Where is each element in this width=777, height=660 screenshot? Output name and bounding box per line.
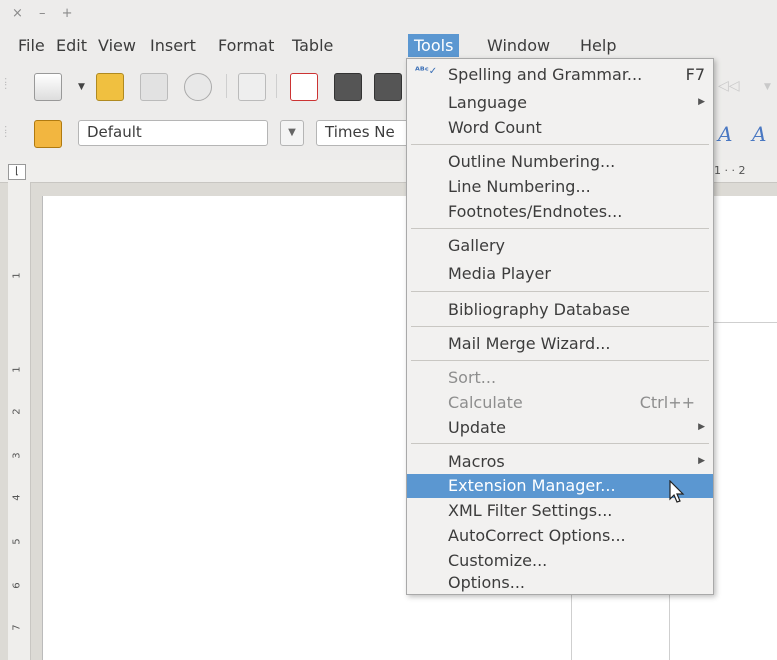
menu-separator — [411, 443, 709, 444]
toolbar-separator — [276, 74, 277, 98]
tab-stop-button[interactable]: ⌊ — [8, 164, 26, 180]
email-document-icon[interactable] — [184, 73, 212, 101]
menu-insert[interactable]: Insert — [150, 36, 196, 55]
menu-item-footnotes[interactable]: Footnotes/Endnotes... — [407, 200, 713, 224]
menu-item-bibliography[interactable]: Bibliography Database — [407, 298, 713, 322]
menu-separator — [411, 326, 709, 327]
print-preview-icon[interactable] — [374, 73, 402, 101]
menu-item-macros[interactable]: Macros ▶ — [407, 450, 713, 474]
menu-separator — [411, 360, 709, 361]
save-icon[interactable] — [140, 73, 168, 101]
menu-separator — [411, 144, 709, 145]
menu-item-mail-merge[interactable]: Mail Merge Wizard... — [407, 332, 713, 356]
ruler-number: 2 — [11, 408, 23, 415]
menu-item-customize[interactable]: Customize... — [407, 549, 713, 573]
font-color-icon[interactable]: A — [718, 122, 732, 146]
menu-edit[interactable]: Edit — [56, 36, 87, 55]
menu-help[interactable]: Help — [580, 36, 616, 55]
toolbar-separator — [226, 74, 227, 98]
toolbar-grip[interactable]: :: — [4, 76, 10, 92]
vertical-ruler[interactable]: 1 1 2 3 4 5 6 7 — [8, 182, 31, 660]
print-icon[interactable] — [334, 73, 362, 101]
toolbar-grip[interactable]: :: — [4, 124, 10, 140]
menu-item-update[interactable]: Update ▶ — [407, 416, 713, 440]
menu-item-language[interactable]: Language ▶ — [407, 91, 713, 115]
menu-tools[interactable]: Tools — [408, 34, 460, 57]
menu-item-spelling[interactable]: ᴬᴮᶜ✓ Spelling and Grammar... F7 — [407, 63, 713, 87]
menu-format[interactable]: Format — [218, 36, 274, 55]
redo-icon[interactable]: ◁◁ — [718, 78, 740, 94]
menu-item-word-count[interactable]: Word Count — [407, 116, 713, 140]
menu-separator — [411, 228, 709, 229]
ruler-number: 5 — [11, 538, 23, 545]
menu-view[interactable]: View — [98, 36, 136, 55]
edit-file-icon[interactable] — [238, 73, 266, 101]
menu-window[interactable]: Window — [487, 36, 550, 55]
paragraph-style-select[interactable]: Default — [78, 120, 268, 146]
menu-item-line-numbering[interactable]: Line Numbering... — [407, 175, 713, 199]
new-dropdown-icon[interactable]: ▼ — [78, 82, 85, 92]
redo-dropdown-icon[interactable]: ▼ — [764, 82, 771, 92]
menu-item-calculate[interactable]: Calculate Ctrl++ — [407, 391, 713, 415]
paragraph-style-dropdown-icon[interactable]: ▼ — [280, 120, 304, 146]
new-document-icon[interactable] — [34, 73, 62, 101]
menu-item-gallery[interactable]: Gallery — [407, 234, 713, 258]
menu-item-sort[interactable]: Sort... — [407, 366, 713, 390]
font-name-select[interactable]: Times Ne — [316, 120, 416, 146]
menu-item-autocorrect[interactable]: AutoCorrect Options... — [407, 524, 713, 548]
ruler-number: 1 — [11, 366, 23, 373]
menu-file[interactable]: File — [18, 36, 45, 55]
menu-item-options[interactable]: Options... — [407, 571, 713, 595]
menu-table[interactable]: Table — [292, 36, 333, 55]
ruler-number: 1 — [11, 272, 23, 279]
menubar: File Edit View Insert Format Table Tools… — [0, 32, 777, 60]
open-folder-icon[interactable] — [96, 73, 124, 101]
ruler-number: 6 — [11, 582, 23, 589]
submenu-arrow-icon: ▶ — [698, 97, 705, 107]
ruler-marks: 1 · · 2 — [714, 164, 746, 177]
ruler-number: 3 — [11, 452, 23, 459]
spelling-check-icon: ᴬᴮᶜ✓ — [415, 66, 438, 77]
tools-menu: ᴬᴮᶜ✓ Spelling and Grammar... F7 Language… — [406, 58, 714, 595]
mouse-pointer-icon — [669, 480, 685, 503]
menu-item-media-player[interactable]: Media Player — [407, 262, 713, 286]
export-pdf-icon[interactable] — [290, 73, 318, 101]
menu-separator — [411, 291, 709, 292]
ruler-number: 4 — [11, 494, 23, 501]
submenu-arrow-icon: ▶ — [698, 456, 705, 466]
styles-formatting-icon[interactable] — [34, 120, 62, 148]
window-controls[interactable]: × – + — [12, 6, 79, 21]
highlighting-icon[interactable]: A — [752, 122, 766, 146]
submenu-arrow-icon: ▶ — [698, 422, 705, 432]
ruler-number: 7 — [11, 624, 23, 631]
menu-item-outline-numbering[interactable]: Outline Numbering... — [407, 150, 713, 174]
